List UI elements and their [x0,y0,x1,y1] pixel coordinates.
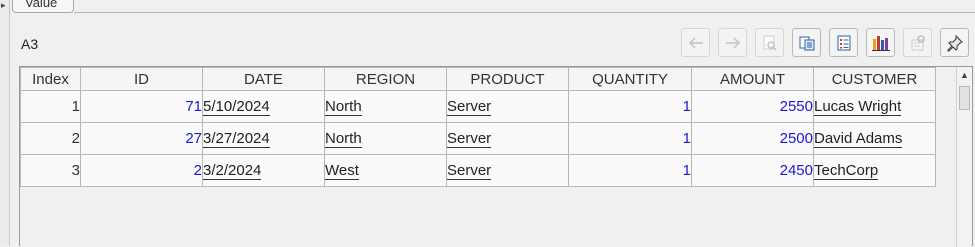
quantity-cell[interactable]: 1 [568,90,692,123]
column-header-region[interactable]: REGION [324,67,447,91]
vertical-scrollbar[interactable]: ▲ [956,67,972,247]
column-header-quantity[interactable]: QUANTITY [568,67,692,91]
amount-cell[interactable]: 2550 [691,90,814,123]
arrow-left-icon [688,36,703,49]
scroll-up-icon[interactable]: ▲ [957,67,972,84]
customer-cell[interactable]: TechCorp [813,154,936,187]
id-cell[interactable]: 27 [80,122,203,155]
product-value: Server [447,98,492,116]
region-value: North [325,130,362,148]
column-header-amount[interactable]: AMOUNT [691,67,814,91]
copy-icon [799,36,814,50]
settings-button[interactable] [903,28,932,57]
date-cell[interactable]: 3/2/2024 [202,154,325,187]
customer-cell[interactable]: David Adams [813,122,936,155]
table-row[interactable]: 2 27 3/27/2024 North Server 1 2500 David… [20,122,936,155]
customer-value: TechCorp [814,162,879,180]
quantity-cell[interactable]: 1 [568,154,692,187]
date-value: 3/27/2024 [203,130,270,148]
document-search-icon [763,35,777,51]
copy-button[interactable] [792,28,821,57]
tab-divider [74,12,975,13]
customer-cell[interactable]: Lucas Wright [813,90,936,123]
product-value: Server [447,162,492,180]
collapse-strip[interactable]: ▸ [0,0,10,246]
column-header-id[interactable]: ID [80,67,203,91]
table-row[interactable]: 3 2 3/2/2024 West Server 1 2450 TechCorp [20,154,936,187]
toolbar [673,28,969,59]
quantity-cell[interactable]: 1 [568,122,692,155]
list-icon [837,35,850,50]
back-button[interactable] [681,28,710,57]
region-cell[interactable]: North [324,90,447,123]
date-value: 5/10/2024 [203,98,270,116]
tab-value[interactable]: Value [12,0,74,13]
chart-button[interactable] [866,28,895,57]
data-grid: Index ID DATE REGION PRODUCT QUANTITY AM… [19,66,973,247]
amount-cell[interactable]: 2450 [691,154,814,187]
region-value: North [325,98,362,116]
index-cell[interactable]: 3 [20,154,81,187]
expand-arrow-icon[interactable]: ▸ [1,1,6,10]
product-cell[interactable]: Server [446,122,569,155]
column-header-index[interactable]: Index [20,67,81,91]
id-cell[interactable]: 2 [80,154,203,187]
product-cell[interactable]: Server [446,154,569,187]
column-header-date[interactable]: DATE [202,67,325,91]
customer-value: David Adams [814,130,903,148]
bar-chart-icon [871,35,890,51]
date-cell[interactable]: 3/27/2024 [202,122,325,155]
table-row[interactable]: 1 71 5/10/2024 North Server 1 2550 Lucas… [20,90,936,123]
id-cell[interactable]: 71 [80,90,203,123]
amount-cell[interactable]: 2500 [691,122,814,155]
region-cell[interactable]: North [324,122,447,155]
pin-icon [947,34,963,51]
product-value: Server [447,130,492,148]
customer-value: Lucas Wright [814,98,902,116]
region-value: West [325,162,359,180]
scroll-thumb[interactable] [959,86,970,110]
data-table: Index ID DATE REGION PRODUCT QUANTITY AM… [20,67,936,187]
forward-button[interactable] [718,28,747,57]
column-header-customer[interactable]: CUSTOMER [813,67,936,91]
list-button[interactable] [829,28,858,57]
settings-icon [911,34,925,50]
pin-button[interactable] [940,28,969,57]
arrow-right-icon [725,36,740,49]
product-cell[interactable]: Server [446,90,569,123]
header-row: Index ID DATE REGION PRODUCT QUANTITY AM… [20,67,936,91]
date-value: 3/2/2024 [203,162,262,180]
index-cell[interactable]: 1 [20,90,81,123]
column-header-product[interactable]: PRODUCT [446,67,569,91]
cell-reference: A3 [21,36,39,52]
region-cell[interactable]: West [324,154,447,187]
date-cell[interactable]: 5/10/2024 [202,90,325,123]
index-cell[interactable]: 2 [20,122,81,155]
preview-button[interactable] [755,28,784,57]
